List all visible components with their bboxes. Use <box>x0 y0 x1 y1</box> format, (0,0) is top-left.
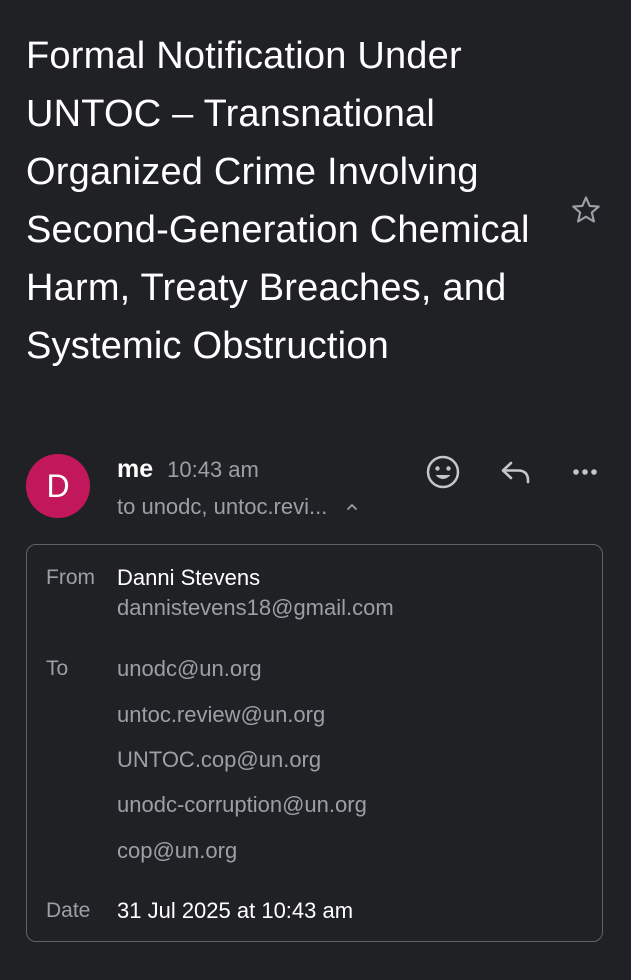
sender-header: me 10:43 am <box>117 455 259 487</box>
message-details-panel: From Danni Stevens dannistevens18@gmail.… <box>26 544 603 942</box>
to-address[interactable]: untoc.review@un.org <box>117 702 325 728</box>
sent-time: 10:43 am <box>167 457 259 482</box>
to-address[interactable]: cop@un.org <box>117 838 237 864</box>
avatar[interactable]: D <box>26 454 90 518</box>
recipients-summary: to unodc, untoc.revi... <box>117 494 328 519</box>
date-label: Date <box>46 899 91 922</box>
avatar-initial: D <box>46 467 70 504</box>
to-label: To <box>46 657 69 680</box>
recipients-toggle[interactable]: to unodc, untoc.revi... <box>117 492 361 522</box>
to-address[interactable]: unodc@un.org <box>117 656 262 682</box>
sender-name: me <box>117 455 154 483</box>
to-address[interactable]: unodc-corruption@un.org <box>117 792 367 818</box>
reply-icon[interactable] <box>494 451 536 493</box>
from-name: Danni Stevens <box>117 565 261 590</box>
to-address[interactable]: UNTOC.cop@un.org <box>117 747 321 773</box>
date-value: 31 Jul 2025 at 10:43 am <box>117 898 354 923</box>
emoji-reaction-icon[interactable] <box>422 451 464 493</box>
chevron-up-icon[interactable] <box>343 498 361 516</box>
more-options-icon[interactable] <box>564 451 606 493</box>
from-label: From <box>46 566 95 589</box>
email-subject: Formal Notification Under UNTOC – Transn… <box>26 35 530 368</box>
star-outline-icon[interactable] <box>566 190 606 230</box>
from-email[interactable]: dannistevens18@gmail.com <box>117 595 394 621</box>
